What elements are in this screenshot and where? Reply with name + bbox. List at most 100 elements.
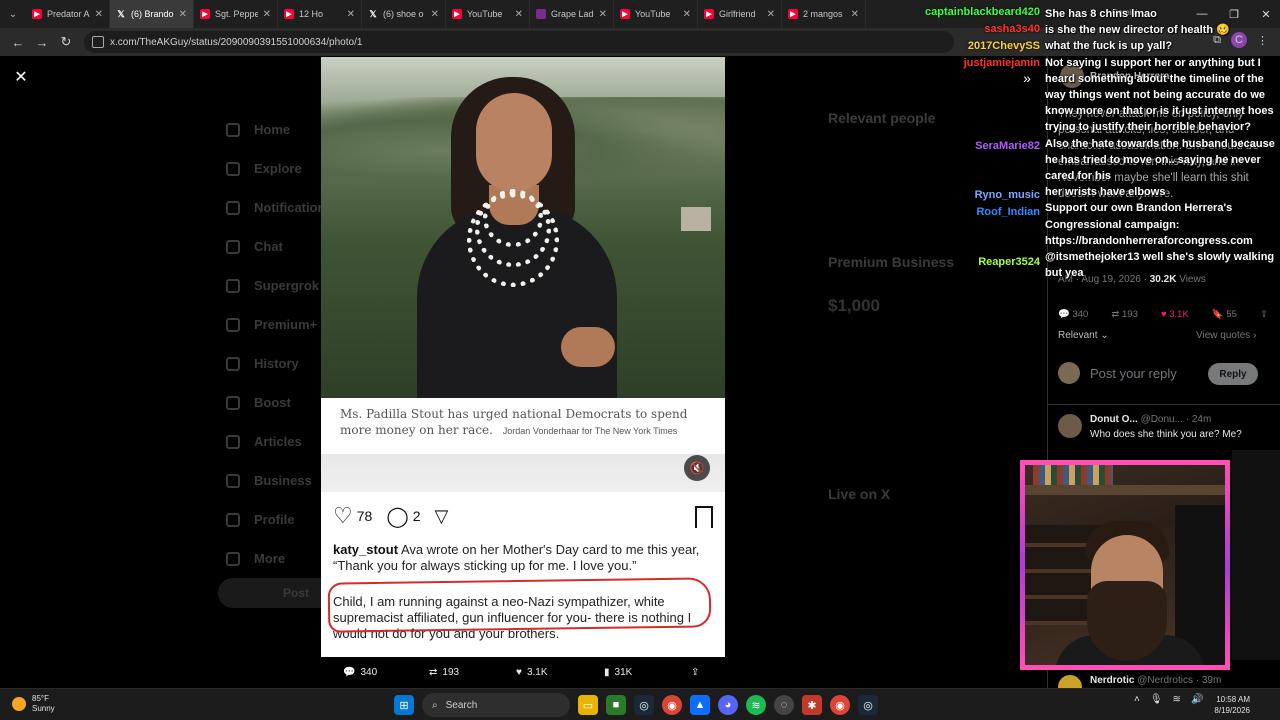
tab-6[interactable]: Grape Lad ✕ [530, 0, 614, 28]
photo-reply-stat[interactable]: 💬 340 [343, 664, 377, 680]
comment-icon[interactable]: ◯ [386, 504, 408, 529]
sidebar-item-chat[interactable]: Chat [226, 227, 333, 266]
search-label: Search [445, 699, 478, 711]
close-icon[interactable]: ✕ [263, 9, 271, 20]
volume-icon[interactable]: 🔊 [1191, 694, 1203, 705]
tab-1[interactable]: 𝕏 (6) Brando ✕ [110, 0, 194, 28]
close-icon[interactable]: ✕ [767, 9, 775, 20]
heart-icon: ♥ [516, 666, 522, 678]
sidebar-item-home[interactable]: Home [226, 110, 333, 149]
mute-icon[interactable]: 🔇 [684, 455, 710, 481]
spotify-icon[interactable]: ≋ [746, 695, 766, 715]
tab-label: 2 mangos [803, 9, 843, 19]
expand-icon[interactable]: » [1017, 68, 1037, 88]
forward-button[interactable]: → [30, 30, 54, 54]
youtube-icon: ▶ [452, 9, 462, 19]
reply-handle: @Donu... · 24m [1140, 414, 1212, 425]
photo-share-stat[interactable]: ⇪ [691, 664, 699, 680]
nav-icon [226, 473, 240, 488]
media-photo[interactable]: Ms. Padilla Stout has urged national Dem… [321, 57, 725, 657]
chat-username: Ryno_music [974, 189, 1040, 201]
close-icon[interactable]: ✕ [515, 9, 523, 20]
steam-icon-2[interactable]: ◎ [858, 695, 878, 715]
reply-button[interactable]: Reply [1208, 363, 1258, 385]
sidebar-item-business[interactable]: Business [226, 461, 333, 500]
tab-label: Girlfriend [719, 9, 756, 19]
tab-4[interactable]: 𝕏 (6) shoe o ✕ [362, 0, 446, 28]
sidebar-item-notifications[interactable]: Notifications [226, 188, 333, 227]
minecraft-icon[interactable]: ■ [606, 695, 626, 715]
taskbar-clock[interactable]: 10:58 AM 8/19/2026 [1206, 694, 1250, 716]
taskbar-search[interactable]: ⌕ Search [422, 693, 570, 717]
tab-5[interactable]: ▶ YouTube ✕ [446, 0, 530, 28]
tab-0[interactable]: ▶ Predator A ✕ [26, 0, 110, 28]
steam-icon[interactable]: ◎ [634, 695, 654, 715]
reload-button[interactable]: ↻ [54, 30, 78, 54]
chat-username: SeraMarie82 [975, 140, 1040, 152]
photo-repost-stat[interactable]: ⇄ 193 [429, 664, 459, 680]
bookmark-icon[interactable] [695, 506, 713, 528]
sidebar-item-profile[interactable]: Profile [226, 500, 333, 539]
tweet-share-button[interactable]: ⇪ [1260, 309, 1268, 320]
close-icon[interactable]: ✕ [347, 9, 355, 20]
tab-9[interactable]: ▶ 2 mangos ✕ [782, 0, 866, 28]
tab-8[interactable]: ▶ Girlfriend ✕ [698, 0, 782, 28]
close-icon[interactable]: ✕ [431, 9, 439, 20]
ig-username: katy_stout [333, 542, 399, 557]
system-tray: ˄ 🎙 ≋ 🔊 [1134, 694, 1203, 705]
close-icon[interactable]: ✕ [683, 9, 691, 20]
chat-username: Reaper3524 [978, 256, 1040, 268]
app-icon[interactable]: ▲ [690, 695, 710, 715]
tweet-reply-button[interactable]: 💬 340 [1058, 309, 1088, 320]
tab-label: Sgt. Peppe [215, 9, 258, 19]
sidebar-item-supergrok[interactable]: Supergrok [226, 266, 333, 305]
sidebar-item-articles[interactable]: Articles [226, 422, 333, 461]
avatar[interactable] [1058, 414, 1082, 438]
sidebar-item-premium[interactable]: Premium+ [226, 305, 333, 344]
tab-2[interactable]: ▶ Sgt. Peppe ✕ [194, 0, 278, 28]
close-icon[interactable]: ✕ [851, 9, 859, 20]
file-explorer-icon[interactable]: ▭ [578, 695, 598, 715]
windows-start-icon[interactable]: ⊞ [394, 695, 414, 715]
chrome-active-icon[interactable]: ◉ [830, 695, 850, 715]
view-quotes-label: View quotes [1196, 330, 1251, 341]
sidebar-item-explore[interactable]: Explore [226, 149, 333, 188]
discord-icon[interactable]: ◕ [718, 695, 738, 715]
tweet-like-button[interactable]: ♥ 3.1K [1161, 309, 1189, 320]
wifi-icon[interactable]: ≋ [1173, 694, 1181, 705]
sidebar-item-boost[interactable]: Boost [226, 383, 333, 422]
sidebar-item-label: More [254, 551, 286, 566]
heart-icon[interactable]: ♡ [333, 503, 353, 529]
tab-7[interactable]: ▶ YouTube ✕ [614, 0, 698, 28]
nav-icon [226, 512, 240, 527]
reply-input[interactable]: Post your reply [1090, 366, 1177, 381]
site-info-icon[interactable] [92, 36, 104, 48]
close-icon[interactable]: ✕ [599, 9, 607, 20]
tab-3[interactable]: ▶ 12 Ho ✕ [278, 0, 362, 28]
app-icon-2[interactable]: ✱ [802, 695, 822, 715]
sort-relevant-dropdown[interactable]: Relevant ⌄ [1058, 330, 1109, 341]
share-icon[interactable]: ▽ [435, 506, 449, 527]
tweet-repost-button[interactable]: ⇄ 193 [1111, 309, 1137, 320]
weather-widget[interactable]: 85°F Sunny [12, 694, 55, 714]
url-text: x.com/TheAKGuy/status/209009039155100063… [110, 36, 363, 48]
photo-views-stat[interactable]: ▮ 31K [604, 664, 632, 680]
chrome-icon[interactable]: ◉ [662, 695, 682, 715]
sidebar-item-more[interactable]: More [226, 539, 333, 578]
url-field[interactable]: x.com/TheAKGuy/status/209009039155100063… [84, 31, 954, 53]
photo-like-count: 3.1K [526, 666, 548, 678]
tab-search-button[interactable]: ⌄ [0, 0, 26, 28]
view-quotes-link[interactable]: View quotes › [1196, 330, 1256, 341]
chevron-up-icon[interactable]: ˄ [1134, 694, 1140, 705]
obs-icon[interactable]: ◌ [774, 695, 794, 715]
ig-post-text: katy_stout Ava wrote on her Mother's Day… [333, 542, 715, 574]
close-icon[interactable]: ✕ [12, 68, 30, 86]
photo-like-stat[interactable]: ♥ 3.1K [516, 664, 548, 680]
sidebar-item-history[interactable]: History [226, 344, 333, 383]
tweet-like-count: 3.1K [1169, 308, 1189, 320]
close-icon[interactable]: ✕ [179, 9, 187, 20]
mic-icon[interactable]: 🎙 [1150, 694, 1163, 705]
tweet-bookmark-button[interactable]: 🔖 55 [1212, 309, 1237, 320]
close-icon[interactable]: ✕ [95, 9, 103, 20]
back-button[interactable]: ← [6, 30, 30, 54]
